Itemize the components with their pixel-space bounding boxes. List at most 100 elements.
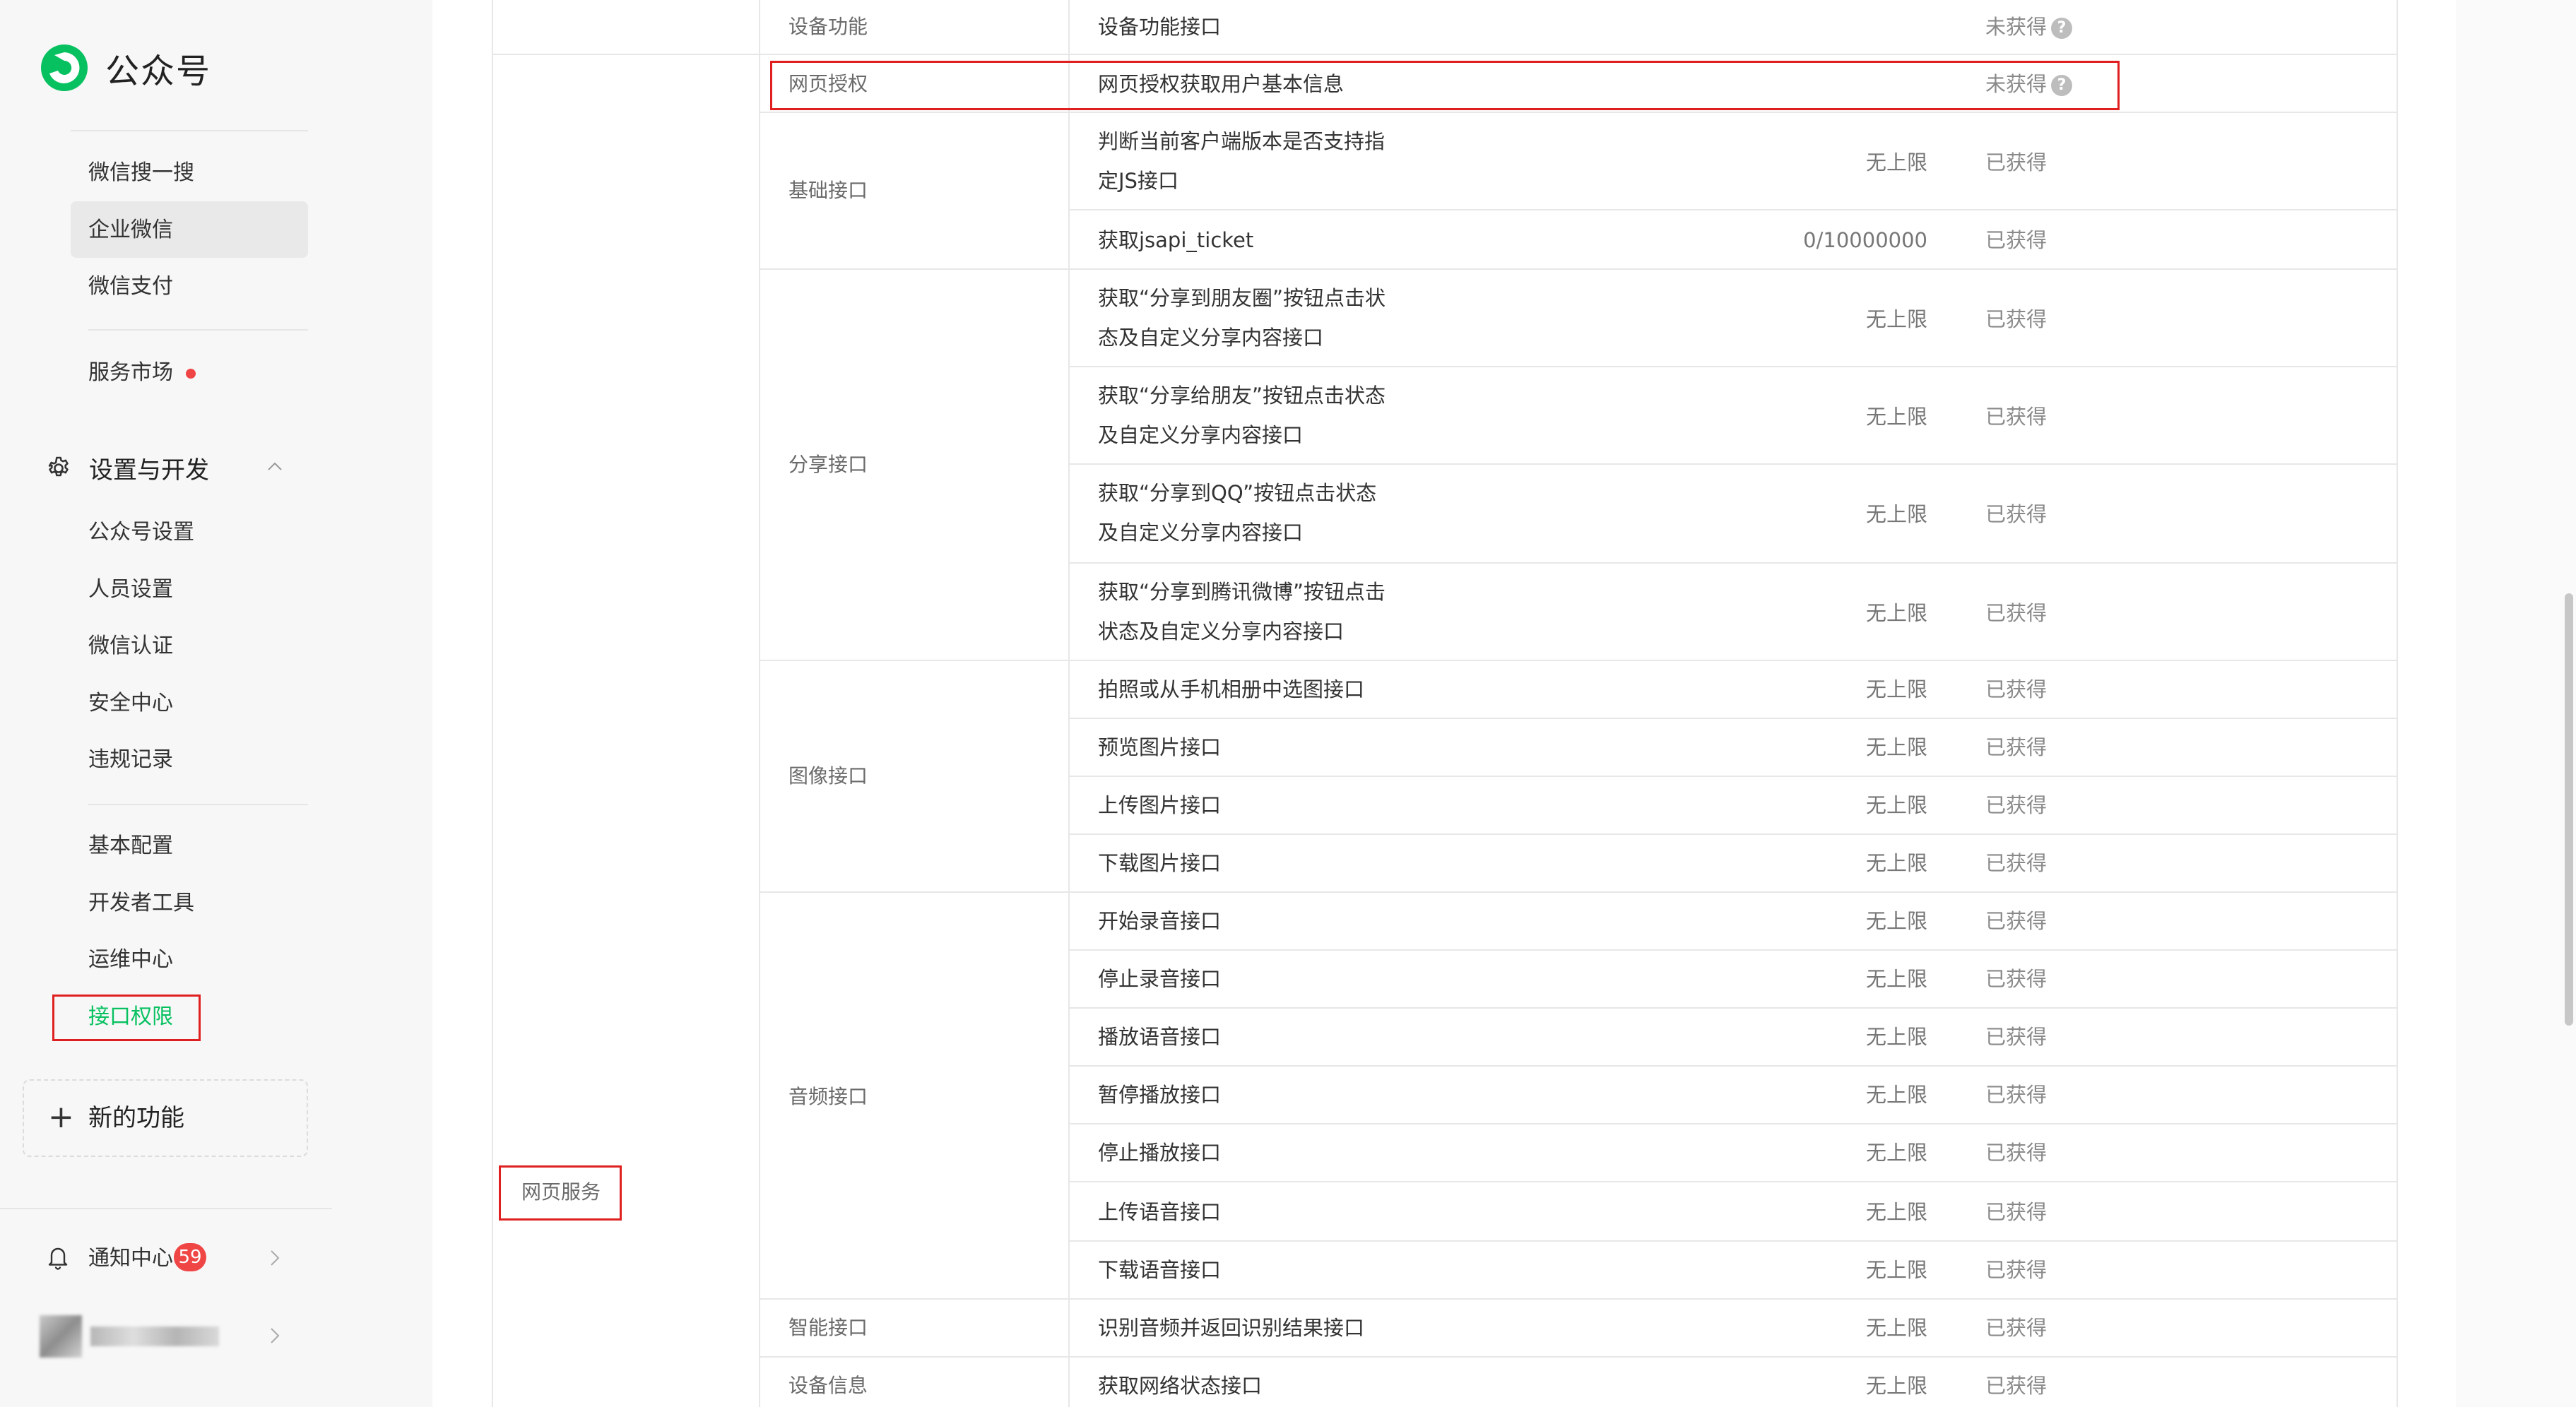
sidebar-item-account-settings[interactable]: 公众号设置 [88, 518, 194, 547]
category-label: 智能接口 [788, 1316, 868, 1339]
call-limit: 无上限 [1865, 150, 1927, 174]
category-label: 设备功能 [788, 15, 868, 38]
sidebar-item-api-permissions[interactable]: 接口权限 [88, 1003, 173, 1031]
row-divider [1068, 718, 2398, 719]
row-divider [1068, 776, 2398, 777]
category-label: 分享接口 [788, 453, 868, 476]
row-divider [759, 54, 2398, 55]
bell-icon [48, 1247, 68, 1270]
row-divider [1068, 949, 2398, 951]
row-divider [1068, 1181, 2398, 1182]
row-divider [1068, 833, 2398, 835]
permission-status: 已获得 [1985, 851, 2048, 875]
api-name: 网页授权获取用户基本信息 [1098, 72, 1345, 96]
sidebar-item-security-center[interactable]: 安全中心 [88, 689, 173, 718]
api-name: 获取jsapi_ticket [1098, 228, 1254, 252]
sidebar-section-label: 设置与开发 [89, 456, 209, 485]
call-limit: 无上限 [1865, 735, 1927, 759]
sidebar-item-wechat-verify[interactable]: 微信认证 [88, 632, 173, 660]
row-divider [1068, 562, 2398, 564]
chevron-right-icon[interactable] [267, 1325, 283, 1346]
permission-status: 已获得 [1985, 1025, 2048, 1049]
category-label: 设备信息 [788, 1374, 868, 1397]
account-name-blurred [90, 1326, 219, 1346]
sidebar-item-label: 服务市场 [88, 360, 173, 385]
api-name: 拍照或从手机相册中选图接口 [1098, 677, 1365, 701]
sidebar-item-service-market[interactable]: 服务市场 [88, 359, 196, 387]
table-border [2397, 0, 2398, 1407]
api-name: 获取“分享到腾讯微博”按钮点击状态及自定义分享内容接口 [1098, 580, 1386, 643]
permission-status: 已获得 [1985, 307, 2048, 331]
row-divider [1068, 1007, 2398, 1009]
api-name: 暂停播放接口 [1098, 1083, 1222, 1107]
new-feature-label: 新的功能 [88, 1104, 184, 1132]
call-limit: 无上限 [1865, 677, 1927, 701]
call-limit: 无上限 [1865, 1141, 1927, 1165]
sidebar-item-developer-tools[interactable]: 开发者工具 [88, 889, 194, 918]
table-border [759, 0, 760, 1407]
avatar[interactable] [40, 1315, 82, 1358]
permission-status: 已获得 [1985, 405, 2048, 429]
call-limit: 无上限 [1865, 1025, 1927, 1049]
main-content [432, 0, 2456, 1407]
sidebar-item-staff-settings[interactable]: 人员设置 [88, 576, 173, 604]
row-divider [1068, 1240, 2398, 1242]
gear-icon [48, 456, 69, 476]
api-name: 上传图片接口 [1098, 793, 1222, 817]
api-name: 获取“分享给朋友”按钮点击状态及自定义分享内容接口 [1098, 384, 1386, 447]
permission-status: 已获得 [1985, 1258, 2048, 1282]
category-label: 音频接口 [788, 1085, 868, 1108]
api-name: 获取“分享到QQ”按钮点击状态及自定义分享内容接口 [1098, 481, 1377, 545]
sidebar-item-wechat-pay[interactable]: 微信支付 [88, 273, 173, 301]
row-divider [1068, 1123, 2398, 1124]
service-group-label: 网页服务 [521, 1180, 601, 1204]
notice-count-badge: 59 [174, 1243, 206, 1271]
permission-status: 已获得 [1985, 909, 2048, 933]
permission-status: 已获得 [1985, 1200, 2048, 1224]
table-border [1068, 0, 1070, 1407]
sidebar-item-violation-records[interactable]: 违规记录 [88, 746, 173, 774]
call-limit: 无上限 [1865, 1083, 1927, 1107]
api-name: 开始录音接口 [1098, 909, 1222, 933]
api-name: 获取“分享到朋友圈”按钮点击状态及自定义分享内容接口 [1098, 286, 1386, 350]
api-name: 预览图片接口 [1098, 735, 1222, 759]
brand-logo[interactable]: 公众号 [39, 42, 211, 93]
sidebar-item-wecom[interactable]: 企业微信 [88, 216, 173, 244]
scrollbar-thumb[interactable] [2565, 593, 2573, 1026]
call-limit: 无上限 [1865, 967, 1927, 991]
brand-name: 公众号 [105, 52, 212, 91]
help-icon[interactable]: ? [2051, 75, 2073, 96]
new-dot-badge [186, 368, 196, 379]
brand-logo-icon [41, 44, 88, 91]
permission-status: 已获得 [1985, 1316, 2048, 1340]
api-name: 播放语音接口 [1098, 1025, 1222, 1049]
call-limit: 无上限 [1865, 1374, 1927, 1398]
plus-icon: + [48, 1099, 74, 1135]
permission-status: 已获得 [1985, 150, 2048, 174]
api-name: 判断当前客户端版本是否支持指定JS接口 [1098, 129, 1386, 193]
chevron-right-icon[interactable] [267, 1247, 283, 1269]
category-label: 网页授权 [788, 72, 868, 95]
sidebar-item-ops-center[interactable]: 运维中心 [88, 946, 173, 974]
row-divider [759, 268, 2398, 270]
call-limit: 无上限 [1865, 909, 1927, 933]
sidebar-section-settings-dev[interactable]: 设置与开发 [45, 451, 209, 485]
category-label: 基础接口 [788, 179, 868, 202]
permission-status-text: 未获得 [1985, 72, 2048, 96]
sidebar-item-wechat-search[interactable]: 微信搜一搜 [88, 159, 194, 187]
call-limit: 无上限 [1865, 851, 1927, 875]
help-icon[interactable]: ? [2051, 18, 2073, 39]
chevron-up-icon[interactable] [266, 458, 284, 476]
api-name: 上传语音接口 [1098, 1200, 1222, 1224]
api-name: 下载语音接口 [1098, 1258, 1222, 1282]
notice-center-link[interactable]: 通知中心 [88, 1245, 173, 1273]
sidebar-item-basic-config[interactable]: 基本配置 [88, 832, 173, 860]
api-name: 识别音频并返回识别结果接口 [1098, 1316, 1365, 1340]
divider [88, 804, 308, 805]
call-limit: 无上限 [1865, 1316, 1927, 1340]
permission-status: 已获得 [1985, 793, 2048, 817]
row-divider [759, 891, 2398, 893]
call-limit: 无上限 [1865, 601, 1927, 625]
sidebar: 公众号 微信搜一搜 企业微信 微信支付 服务市场 设置与开发 公众号设置 人员设… [0, 0, 432, 1407]
permission-status: 未获得? [1985, 13, 2073, 41]
